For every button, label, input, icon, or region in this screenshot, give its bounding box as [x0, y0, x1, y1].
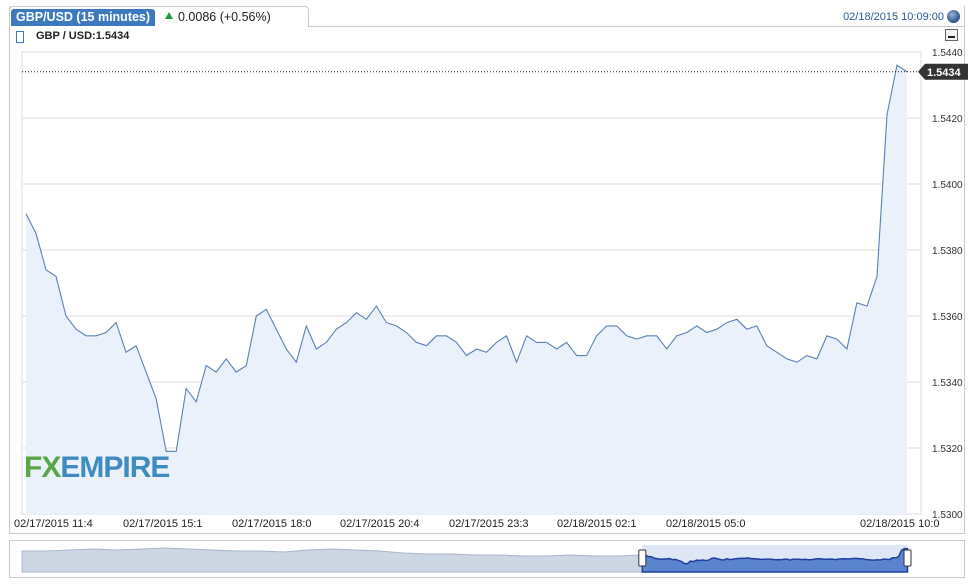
navigator-left-handle	[638, 549, 647, 567]
y-tick-label: 1.5320	[932, 444, 963, 455]
navigator-history-area	[21, 547, 643, 573]
navigator-right-handle	[903, 549, 912, 567]
y-tick-label: 1.5340	[932, 378, 963, 389]
fxempire-logo: FXEMPIRE	[24, 451, 170, 484]
logo-fx: FXEMPIRE	[24, 451, 169, 484]
x-axis-labels: 02/17/2015 11:4 02/17/2015 15:1 02/17/2015…	[14, 518, 940, 530]
y-tick-label: 1.5400	[932, 180, 963, 191]
x-tick-label: 02/17/2015 15:1	[123, 518, 203, 530]
price-area	[26, 65, 907, 514]
price-chart: 1.5440 1.5420 1.5400 1.5380 1.5360 1.5340 1.53…	[14, 48, 968, 573]
x-tick-label: 02/18/2015 10:0	[860, 518, 940, 530]
y-tick-label: 1.5380	[932, 246, 963, 257]
y-axis-labels: 1.5440 1.5420 1.5400 1.5380 1.5360 1.5340 1.53…	[932, 48, 963, 521]
x-tick-label: 02/18/2015 05:0	[666, 518, 746, 530]
y-tick-label: 1.5360	[932, 312, 963, 323]
navigator	[21, 545, 912, 573]
current-price-text: 1.5434	[927, 67, 962, 79]
current-price-badge: 1.5434	[918, 63, 968, 80]
y-tick-label: 1.5420	[932, 114, 963, 125]
x-tick-label: 02/17/2015 23:3	[449, 518, 529, 530]
y-tick-label: 1.5440	[932, 48, 963, 59]
x-tick-label: 02/17/2015 11:4	[14, 518, 93, 530]
x-tick-label: 02/17/2015 20:4	[340, 518, 420, 530]
x-tick-label: 02/18/2015 02:1	[557, 518, 637, 530]
x-tick-label: 02/17/2015 18:0	[232, 518, 312, 530]
